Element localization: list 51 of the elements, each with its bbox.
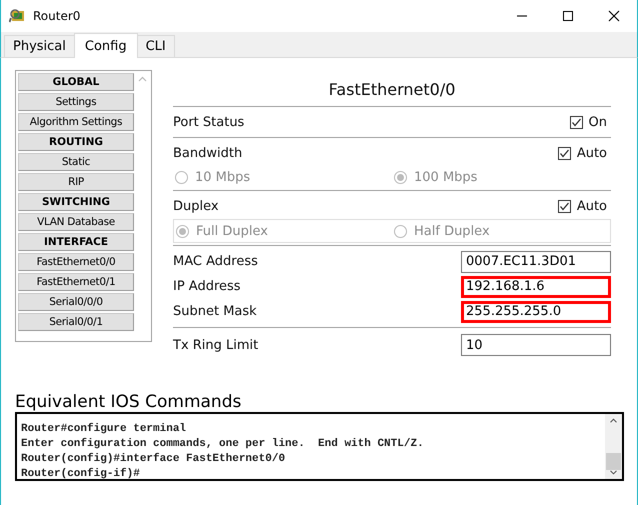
close-icon xyxy=(608,10,620,22)
checkbox[interactable] xyxy=(558,200,571,212)
section-header[interactable]: ROUTING xyxy=(18,133,134,151)
field-label: Tx Ring Limit xyxy=(173,338,258,352)
field-label: Port Status xyxy=(173,114,244,130)
field-label: Bandwidth xyxy=(173,146,242,160)
sidebar-item[interactable]: Algorithm Settings xyxy=(18,113,134,131)
sidebar-item[interactable]: FastEthernet0/0 xyxy=(18,253,134,271)
sidebar-item[interactable]: Serial0/0/0 xyxy=(18,293,134,311)
sidebar-item[interactable]: RIP xyxy=(18,173,134,191)
section-header[interactable]: INTERFACE xyxy=(18,233,134,251)
radio-label: Full Duplex xyxy=(196,224,268,238)
sidebar-item[interactable]: Serial0/0/1 xyxy=(18,313,134,331)
text-field[interactable]: 192.168.1.6 xyxy=(461,276,611,298)
checkbox[interactable] xyxy=(570,116,583,128)
console-line: Enter configuration commands, one per line. End with CNTL/Z. xyxy=(21,437,425,452)
scroll-up-icon xyxy=(609,418,618,424)
field-label: Duplex xyxy=(173,198,219,214)
section-header[interactable]: GLOBAL xyxy=(18,73,134,91)
checkbox[interactable] xyxy=(558,146,571,160)
scroll-down-icon xyxy=(609,470,618,475)
section-header[interactable]: SWITCHING xyxy=(18,193,134,211)
radio-label: Half Duplex xyxy=(414,224,490,238)
text-field[interactable]: 255.255.255.0 xyxy=(461,300,611,322)
scrollbar-thumb[interactable] xyxy=(606,453,621,470)
window-title: Router0 xyxy=(33,9,82,23)
radio-label: 10 Mbps xyxy=(195,170,250,184)
console-line: Router#configure terminal xyxy=(21,422,188,437)
tab[interactable]: Config xyxy=(74,33,138,58)
checkbox-label: Auto xyxy=(576,146,607,160)
console-line: Router(config)#interface FastEthernet0/0 xyxy=(21,452,286,467)
tab[interactable]: Physical xyxy=(4,35,75,57)
checkbox-label: Auto xyxy=(576,198,607,214)
radio-label: 100 Mbps xyxy=(414,170,478,184)
field-label: MAC Address xyxy=(173,254,258,269)
field-label: Subnet Mask xyxy=(173,304,257,319)
tab[interactable]: CLI xyxy=(136,35,175,57)
text-field[interactable]: 10 xyxy=(461,334,611,356)
field-label: IP Address xyxy=(173,279,241,294)
sidebar-item[interactable]: Settings xyxy=(18,93,134,111)
section-heading: Equivalent IOS Commands xyxy=(15,392,242,412)
panel-title: FastEthernet0/0 xyxy=(328,80,456,101)
sidebar-item[interactable]: Static xyxy=(18,153,134,171)
app-icon xyxy=(9,8,27,24)
console-line: Router(config-if)# xyxy=(21,467,141,482)
sidebar-item[interactable]: FastEthernet0/1 xyxy=(18,273,134,291)
checkbox-label: On xyxy=(588,114,607,130)
text-field[interactable]: 0007.EC11.3D01 xyxy=(461,250,611,272)
scroll-up-icon xyxy=(138,76,146,82)
maximize-icon xyxy=(562,10,574,22)
sidebar-item[interactable]: VLAN Database xyxy=(18,213,134,231)
